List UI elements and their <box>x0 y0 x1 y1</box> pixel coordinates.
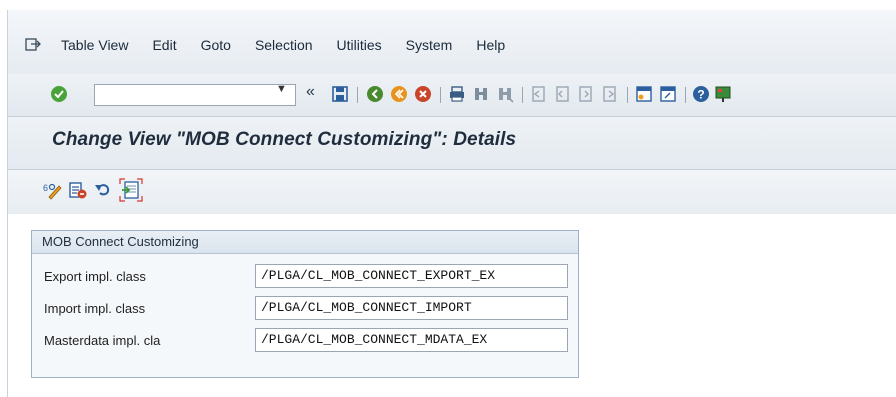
display-change-icon[interactable]: 6 <box>43 180 63 200</box>
menu-selection[interactable]: Selection <box>255 37 313 53</box>
first-page-icon[interactable] <box>529 85 547 103</box>
create-session-icon[interactable] <box>635 85 653 103</box>
last-page-icon[interactable] <box>601 85 619 103</box>
toolbar-separator <box>627 87 628 103</box>
menu-utilities[interactable]: Utilities <box>337 37 382 53</box>
title-bar: Change View "MOB Connect Customizing": D… <box>8 117 896 170</box>
delete-entry-icon[interactable] <box>68 180 88 200</box>
exit-icon[interactable] <box>390 85 408 103</box>
application-toolbar: 6 <box>8 170 896 214</box>
shortcut-icon[interactable] <box>659 85 677 103</box>
back-icon[interactable] <box>366 85 384 103</box>
field-row-masterdata: Masterdata impl. cla /PLGA/CL_MOB_CONNEC… <box>32 325 580 355</box>
field-row-export: Export impl. class /PLGA/CL_MOB_CONNECT_… <box>32 261 580 291</box>
group-title: MOB Connect Customizing <box>32 231 578 254</box>
toolbar-collapse-icon[interactable]: « <box>306 83 315 101</box>
save-icon[interactable] <box>331 85 349 103</box>
page-title: Change View "MOB Connect Customizing": D… <box>52 129 517 150</box>
mob-connect-customizing-group: MOB Connect Customizing Export impl. cla… <box>31 230 579 378</box>
find-next-icon[interactable] <box>496 85 514 103</box>
field-row-import: Import impl. class /PLGA/CL_MOB_CONNECT_… <box>32 293 580 323</box>
next-page-icon[interactable] <box>577 85 595 103</box>
toolbar-separator <box>522 87 523 103</box>
find-icon[interactable] <box>472 85 490 103</box>
previous-page-icon[interactable] <box>553 85 571 103</box>
toolbar-separator <box>440 87 441 103</box>
menu-row: Table View Edit Goto Selection Utilities… <box>25 34 529 56</box>
masterdata-impl-class-label: Masterdata impl. cla <box>44 333 161 348</box>
cancel-icon[interactable] <box>414 85 432 103</box>
export-impl-class-input[interactable]: /PLGA/CL_MOB_CONNECT_EXPORT_EX <box>255 264 568 288</box>
window-top-edge <box>0 0 896 10</box>
help-icon[interactable]: ? <box>692 85 710 103</box>
menu-help[interactable]: Help <box>476 37 505 53</box>
next-entry-icon[interactable] <box>119 178 143 202</box>
undo-icon[interactable] <box>93 180 113 200</box>
menu-exit-icon[interactable] <box>25 38 41 52</box>
command-field[interactable] <box>94 84 296 106</box>
toolbar-separator <box>685 87 686 103</box>
svg-text:6: 6 <box>43 183 48 193</box>
command-dropdown-chevron-icon[interactable]: ▼ <box>276 83 287 95</box>
enter-check-icon[interactable] <box>50 85 68 103</box>
menu-bar: Table View Edit Goto Selection Utilities… <box>8 10 896 75</box>
import-impl-class-input[interactable]: /PLGA/CL_MOB_CONNECT_IMPORT <box>255 296 568 320</box>
svg-text:?: ? <box>697 88 704 102</box>
print-icon[interactable] <box>448 85 466 103</box>
menu-goto[interactable]: Goto <box>201 37 231 53</box>
export-impl-class-label: Export impl. class <box>44 269 146 284</box>
customize-layout-icon[interactable] <box>714 85 732 103</box>
menu-system[interactable]: System <box>406 37 453 53</box>
import-impl-class-label: Import impl. class <box>44 301 146 316</box>
menu-edit[interactable]: Edit <box>152 37 176 53</box>
menu-table-view[interactable]: Table View <box>61 37 128 53</box>
toolbar-separator <box>357 87 358 103</box>
standard-toolbar: ▼ « ? <box>8 74 896 117</box>
masterdata-impl-class-input[interactable]: /PLGA/CL_MOB_CONNECT_MDATA_EX <box>255 328 568 352</box>
